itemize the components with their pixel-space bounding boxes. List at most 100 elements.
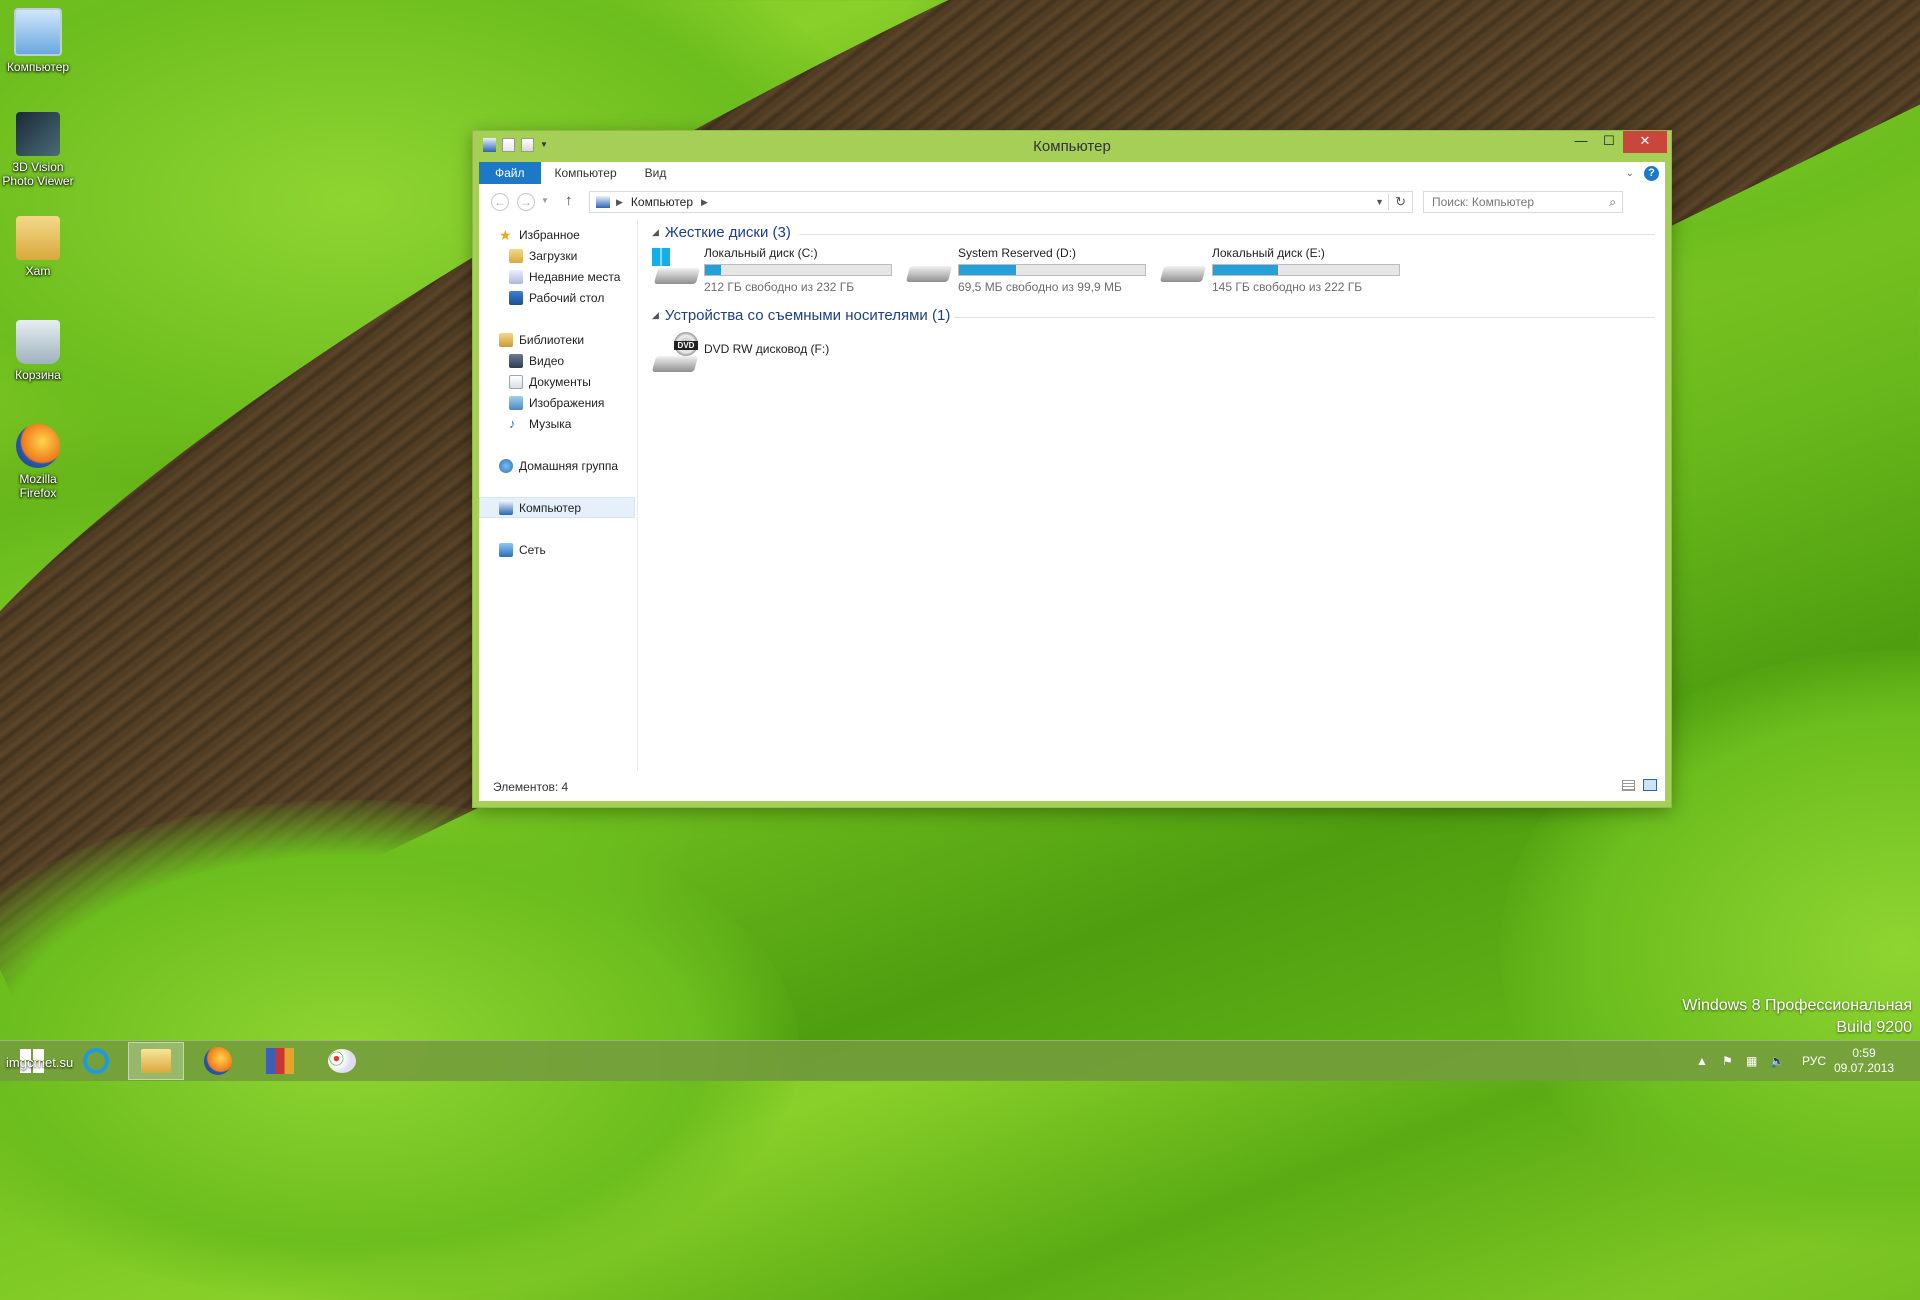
search-input[interactable]: Поиск: Компьютер ⌕ (1423, 191, 1623, 213)
forward-button[interactable]: → (517, 193, 535, 211)
minimize-button[interactable]: — (1567, 131, 1595, 153)
tab-file[interactable]: Файл (479, 162, 541, 184)
collapse-icon[interactable]: ◢ (652, 310, 659, 321)
taskbar-file-explorer[interactable] (128, 1042, 184, 1080)
back-button[interactable]: ← (491, 193, 509, 211)
help-icon[interactable]: ? (1644, 165, 1659, 181)
maximize-button[interactable]: ☐ (1595, 131, 1623, 153)
clock[interactable]: 0:59 09.07.2013 (1834, 1041, 1894, 1081)
details-view-icon[interactable] (1622, 780, 1635, 791)
nav-network[interactable]: Сеть (479, 539, 655, 560)
navigation-pane: ★ Избранное Загрузки Недавние места Рабо… (479, 220, 635, 771)
action-center-icon[interactable]: ⚑ (1722, 1041, 1733, 1081)
drive-c[interactable]: Локальный диск (C:) 212 ГБ свободно из 2… (652, 244, 902, 296)
nav-libraries[interactable]: Библиотеки (479, 329, 655, 350)
drive-usage-fill (959, 265, 1016, 275)
status-bar: Элементов: 4 (479, 771, 1665, 801)
user-folder-icon (16, 216, 60, 260)
documents-icon (509, 374, 523, 389)
nav-label: Рабочий стол (529, 290, 605, 305)
nav-label: Компьютер (519, 500, 582, 515)
taskbar-app-paint[interactable] (314, 1042, 370, 1080)
tab-view[interactable]: Вид (631, 162, 681, 184)
address-dropdown-icon[interactable]: ▼ (1375, 197, 1384, 207)
desktop-icon-3d-vision[interactable]: 3D Vision Photo Viewer (2, 112, 74, 188)
desktop-icon-recycle-bin[interactable]: Корзина (2, 320, 74, 382)
nav-label: Музыка (529, 416, 572, 431)
homegroup-icon (499, 458, 513, 473)
desktop-icon-firefox[interactable]: Mozilla Firefox (2, 424, 74, 500)
expand-ribbon-icon[interactable]: ⌄ (1626, 168, 1634, 179)
nav-computer[interactable]: Компьютер (479, 497, 635, 518)
taskbar-app-winrar[interactable] (252, 1042, 308, 1080)
nav-homegroup[interactable]: Домашняя группа (479, 455, 655, 476)
large-icons-view-icon[interactable] (1643, 779, 1657, 791)
nav-label: Сеть (519, 542, 546, 557)
breadcrumb-separator-icon[interactable]: ▶ (616, 197, 623, 208)
libraries-icon (499, 332, 513, 347)
drive-e[interactable]: Локальный диск (E:) 145 ГБ свободно из 2… (1159, 244, 1410, 296)
status-item-count: Элементов: 4 (493, 780, 569, 794)
desktop-icon (509, 290, 523, 305)
tab-computer[interactable]: Компьютер (541, 162, 631, 184)
group-header-removable[interactable]: ◢ Устройства со съемными носителями (1) (652, 307, 950, 324)
windows-watermark: Windows 8 Профессиональная Build 9200 (1682, 995, 1912, 1039)
up-button[interactable]: ↑ (565, 192, 573, 209)
video-icon (509, 353, 523, 368)
internet-explorer-icon (83, 1048, 109, 1074)
drive-name: System Reserved (D:) (958, 246, 1077, 260)
computer-icon (499, 500, 513, 515)
nav-label: Недавние места (529, 269, 621, 284)
close-button[interactable]: ✕ (1623, 131, 1667, 153)
pane-divider[interactable] (637, 220, 638, 771)
nav-label: Изображения (529, 395, 605, 410)
group-title: Жесткие диски (3) (664, 224, 791, 241)
desktop-icon-computer[interactable]: Компьютер (2, 8, 74, 74)
content-pane: ◢ Жесткие диски (3) Локальный диск (C:) … (644, 220, 1665, 771)
nav-label: Видео (529, 353, 565, 368)
watermark-edition: Windows 8 Профессиональная (1682, 997, 1912, 1014)
show-hidden-icons-button[interactable]: ▲ (1696, 1041, 1708, 1081)
title-bar[interactable]: ▼ Компьютер — ☐ ✕ (473, 131, 1671, 161)
input-language-indicator[interactable]: РУС (1802, 1041, 1826, 1081)
network-icon (499, 542, 513, 557)
desktop-icon-label: Xam (25, 264, 51, 278)
group-divider (799, 234, 1655, 235)
images-icon (509, 395, 523, 410)
recent-places-icon (509, 269, 523, 284)
hard-drive-icon (1159, 248, 1207, 288)
group-title: Устройства со съемными носителями (1) (664, 307, 951, 324)
nav-favorites[interactable]: ★ Избранное (479, 224, 655, 245)
breadcrumb-separator-icon[interactable]: ▶ (701, 197, 708, 208)
hard-drive-icon (905, 248, 953, 288)
drive-free-space: 212 ГБ свободно из 232 ГБ (704, 280, 855, 294)
drive-usage-bar (1212, 264, 1400, 276)
drive-name: Локальный диск (C:) (704, 246, 818, 260)
group-header-hard-drives[interactable]: ◢ Жесткие диски (3) (652, 224, 791, 241)
address-bar[interactable]: ▶ Компьютер ▶ ▼ ↻ (589, 191, 1413, 213)
taskbar-internet-explorer[interactable] (68, 1042, 124, 1080)
taskbar-firefox[interactable] (190, 1042, 246, 1080)
collapse-icon[interactable]: ◢ (652, 227, 659, 238)
paint-palette-icon (328, 1049, 356, 1073)
refresh-icon[interactable]: ↻ (1388, 194, 1412, 210)
network-tray-icon[interactable]: ▦ (1746, 1041, 1757, 1081)
archive-app-icon (266, 1048, 294, 1074)
computer-icon (596, 196, 610, 208)
dvd-badge: DVD (674, 341, 698, 350)
breadcrumb-computer[interactable]: Компьютер (631, 195, 693, 209)
drive-free-space: 69,5 МБ свободно из 99,9 МБ (958, 280, 1122, 294)
recent-locations-icon[interactable]: ▼ (541, 196, 549, 205)
drive-usage-fill (1213, 265, 1278, 275)
watermark-build: Build 9200 (1836, 1019, 1912, 1036)
volume-icon[interactable]: 🔈 (1770, 1041, 1785, 1081)
drive-f-dvd[interactable]: DVD DVD RW дисковод (F:) (651, 328, 902, 380)
explorer-window: ▼ Компьютер — ☐ ✕ Файл Компьютер Вид ⌄ ?… (473, 131, 1671, 807)
desktop-icon-xam[interactable]: Xam (2, 216, 74, 278)
explorer-body: ← → ▼ ↑ ▶ Компьютер ▶ ▼ ↻ Поиск: Компьют… (479, 184, 1665, 801)
address-row: ← → ▼ ↑ ▶ Компьютер ▶ ▼ ↻ Поиск: Компьют… (479, 184, 1665, 220)
dvd-drive-icon: DVD (651, 332, 699, 372)
drive-d[interactable]: System Reserved (D:) 69,5 МБ свободно из… (905, 244, 1156, 296)
nav-label: Избранное (519, 227, 580, 242)
desktop-icon-label: Компьютер (6, 60, 70, 74)
